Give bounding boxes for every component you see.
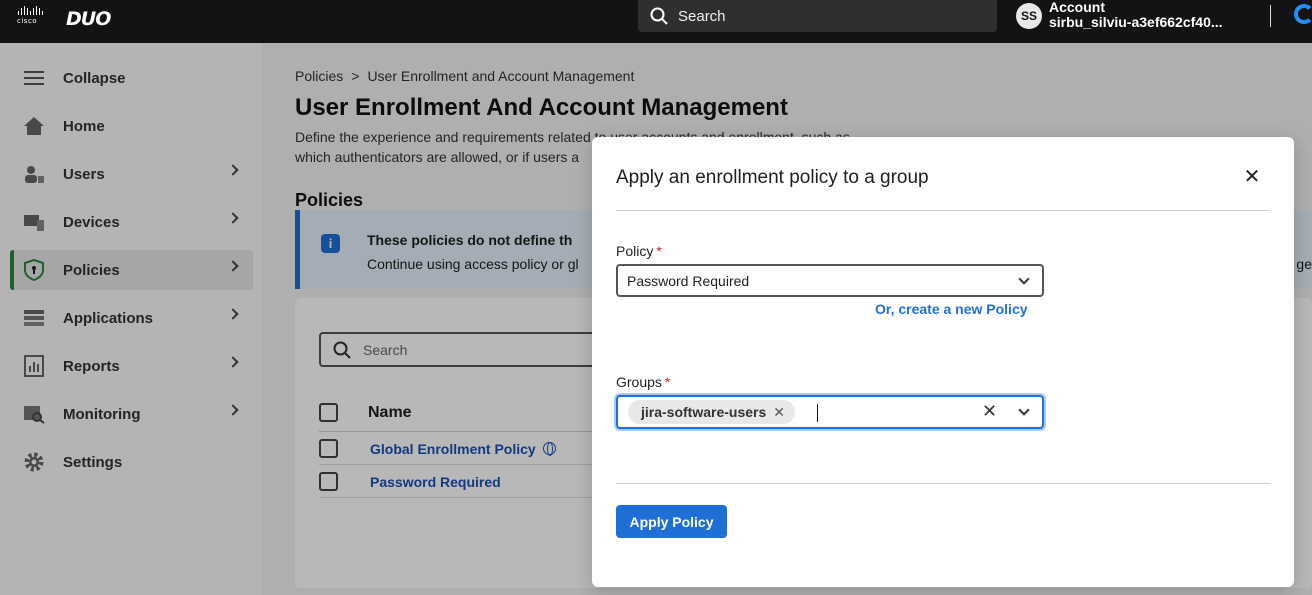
close-icon[interactable]: ✕ <box>1242 167 1262 187</box>
remove-chip-icon[interactable]: ✕ <box>773 404 785 421</box>
top-bar: cisco DUO Search SS Account sirbu_silviu… <box>0 0 1312 43</box>
avatar[interactable]: SS <box>1016 3 1042 29</box>
global-search-label: Search <box>678 7 726 25</box>
cisco-logo-text: cisco <box>17 17 38 25</box>
groups-label-text: Groups <box>616 374 662 390</box>
group-chip: jira-software-users ✕ <box>628 400 796 424</box>
account-name: sirbu_silviu-a3ef662cf40... <box>1049 14 1223 30</box>
clear-icon[interactable]: ✕ <box>982 401 997 422</box>
chevron-down-icon <box>1018 273 1030 285</box>
modal-title: Apply an enrollment policy to a group <box>616 167 929 188</box>
modal-divider <box>616 210 1270 211</box>
global-search[interactable]: Search <box>638 0 997 32</box>
help-icon[interactable] <box>1294 4 1312 24</box>
required-mark: * <box>656 243 662 259</box>
groups-field-label: Groups * <box>616 374 670 390</box>
duo-logo[interactable]: DUO <box>66 8 111 30</box>
policy-select[interactable]: Password Required <box>616 264 1044 297</box>
top-divider <box>1270 5 1271 27</box>
account-label: Account <box>1049 0 1105 15</box>
modal-divider <box>616 483 1270 484</box>
apply-policy-button[interactable]: Apply Policy <box>616 505 727 538</box>
groups-multiselect[interactable]: jira-software-users ✕ ✕ <box>616 395 1044 429</box>
required-mark: * <box>664 374 671 390</box>
group-chip-label: jira-software-users <box>641 404 767 420</box>
chevron-down-icon[interactable] <box>1018 404 1030 416</box>
apply-policy-modal: Apply an enrollment policy to a group ✕ … <box>592 137 1294 587</box>
policy-select-value: Password Required <box>627 272 750 289</box>
search-icon <box>650 7 668 25</box>
policy-field-label: Policy * <box>616 243 662 259</box>
create-policy-link[interactable]: Or, create a new Policy <box>875 301 1028 317</box>
account-menu[interactable]: Account sirbu_silviu-a3ef662cf40... <box>1049 0 1223 30</box>
text-cursor <box>817 404 818 422</box>
cisco-logo: cisco <box>17 6 49 26</box>
policy-label-text: Policy <box>616 243 654 259</box>
